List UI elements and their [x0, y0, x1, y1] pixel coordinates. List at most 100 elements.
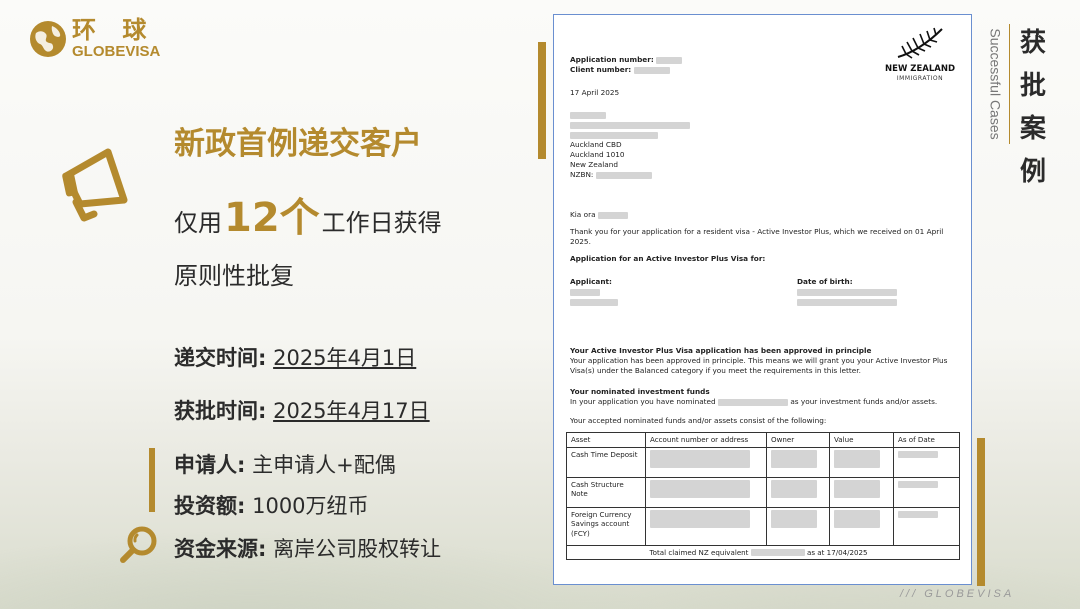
- magnifier-icon: [120, 526, 157, 563]
- table-total-row: Total claimed NZ equivalent as at 17/04/…: [566, 544, 960, 560]
- table-header-row: Asset Account number or address Owner Va…: [566, 432, 960, 448]
- sidebar-en-label: Successful Cases: [986, 24, 1004, 148]
- sidebar-char: 例: [1019, 157, 1046, 187]
- redacted-text: [771, 479, 817, 498]
- redacted-text: [656, 56, 683, 64]
- redacted-text: [771, 449, 817, 468]
- subheadline-days: 12个: [224, 195, 320, 241]
- redacted-text: [797, 298, 897, 306]
- nz-logo-title: NEW ZEALAND: [885, 64, 955, 74]
- investment-value: 1000万纽币: [252, 494, 369, 518]
- total-label: Total claimed NZ equivalent: [649, 547, 749, 557]
- logo-cn-text: 环 球: [72, 16, 156, 44]
- approved-heading: Your Active Investor Plus Visa applicati…: [570, 346, 872, 355]
- col-value: Value: [829, 432, 894, 448]
- redacted-text: [570, 111, 606, 119]
- redacted-text: [898, 451, 938, 458]
- nz-logo-sub: IMMIGRATION: [896, 75, 944, 82]
- dob-heading: Date of birth:: [797, 277, 853, 286]
- col-account: Account number or address: [645, 432, 767, 448]
- asset-cell: Cash Structure Note: [566, 476, 646, 508]
- redacted-text: [570, 298, 618, 306]
- client-number-label: Client number:: [570, 65, 632, 74]
- accent-bar-bottom: [977, 438, 985, 586]
- globevisa-logo: 环 球 GLOBEVISA: [28, 18, 160, 59]
- redacted-text: [898, 511, 938, 518]
- funds-table: Asset Account number or address Owner Va…: [566, 432, 960, 560]
- submit-date-label: 递交时间:: [174, 346, 267, 370]
- subheadline-line3: 原则性批复: [174, 262, 294, 290]
- subheadline-post: 工作日获得: [321, 209, 442, 237]
- investment-label: 投资额:: [174, 494, 246, 518]
- redacted-text: [898, 481, 938, 488]
- approve-date-row: 获批时间: 2025年4月17日: [174, 395, 430, 425]
- globe-icon: [30, 20, 66, 57]
- nzbn-label: NZBN:: [570, 170, 594, 179]
- sidebar-char: 批: [1019, 71, 1046, 101]
- funds-source-label: 资金来源:: [174, 537, 267, 561]
- redacted-text: [570, 121, 690, 129]
- redacted-text: [717, 398, 788, 406]
- greeting: Kia ora: [570, 210, 596, 219]
- redacted-text: [633, 66, 670, 74]
- redacted-text: [650, 509, 750, 528]
- approved-body: Your application has been approved in pr…: [570, 356, 948, 375]
- funds-body-post: as your investment funds and/or assets.: [790, 397, 938, 406]
- redacted-text: [597, 211, 628, 219]
- redacted-text: [650, 479, 750, 498]
- applicant-row: 申请人: 主申请人+配偶: [174, 449, 396, 479]
- redacted-text: [595, 171, 652, 179]
- applicant-value: 主申请人+配偶: [252, 453, 396, 477]
- applicant-heading: Applicant:: [570, 277, 612, 286]
- accepted-line: Your accepted nominated funds and/or ass…: [570, 416, 827, 425]
- total-date: as at 17/04/2025: [807, 547, 868, 557]
- col-as-of-date: As of Date: [893, 432, 960, 448]
- col-asset: Asset: [566, 432, 646, 448]
- accent-bar-top: [538, 42, 546, 159]
- thanks-paragraph: Thank you for your application for a res…: [570, 227, 944, 246]
- funds-heading: Your nominated investment funds: [570, 387, 710, 396]
- sidebar-divider: [1009, 24, 1010, 144]
- fern-icon: [897, 27, 943, 59]
- redacted-text: [771, 509, 817, 528]
- approval-letter: NEW ZEALAND IMMIGRATION Application numb…: [553, 14, 972, 585]
- funds-body-pre: In your application you have nominated: [570, 397, 716, 406]
- logo-en-text: GLOBEVISA: [72, 43, 161, 60]
- redacted-text: [750, 549, 805, 556]
- subheadline: 仅用 12个 工作日获得: [174, 185, 442, 243]
- addr-line-2: Auckland 1010: [570, 150, 625, 159]
- approve-date-value: 2025年4月17日: [273, 399, 430, 423]
- app-number-label: Application number:: [570, 55, 654, 64]
- applicant-label: 申请人:: [174, 453, 246, 477]
- app-for-heading: Application for an Active Investor Plus …: [570, 254, 766, 263]
- addr-line-3: New Zealand: [570, 160, 618, 169]
- subheadline-pre: 仅用: [174, 209, 222, 237]
- redacted-text: [797, 288, 897, 296]
- sidebar-char: 案: [1019, 114, 1046, 144]
- investment-row: 投资额: 1000万纽币: [174, 490, 369, 520]
- successful-cases-text: Successful Cases: [987, 28, 1004, 140]
- redacted-text: [834, 479, 880, 498]
- table-row: Cash Structure Note: [566, 476, 960, 508]
- redacted-text: [834, 509, 880, 528]
- redacted-text: [650, 449, 750, 468]
- funds-source-value: 离岸公司股权转让: [273, 537, 442, 561]
- submit-date-value: 2025年4月1日: [273, 346, 417, 370]
- submit-date-row: 递交时间: 2025年4月1日: [174, 342, 416, 372]
- sidebar-char: 获: [1019, 28, 1046, 58]
- table-row: Cash Time Deposit: [566, 446, 960, 478]
- asset-cell: Foreign Currency Savings account (FCY): [566, 506, 646, 546]
- headline: 新政首例递交客户: [174, 126, 422, 162]
- nz-immigration-logo: NEW ZEALAND IMMIGRATION: [885, 25, 955, 84]
- redacted-text: [570, 288, 600, 296]
- footer-brand: /// GLOBEVISA: [900, 588, 1015, 600]
- megaphone-icon: [62, 148, 128, 222]
- table-row: Foreign Currency Savings account (FCY): [566, 506, 960, 546]
- redacted-text: [834, 449, 880, 468]
- asset-cell: Cash Time Deposit: [566, 446, 646, 478]
- sidebar-cn-label: 获 批 案 例: [1018, 22, 1048, 194]
- funds-source-row: 资金来源: 离岸公司股权转让: [174, 533, 441, 563]
- addr-line-1: Auckland CBD: [570, 140, 622, 149]
- redacted-text: [570, 131, 658, 139]
- accent-bar-left: [149, 448, 155, 512]
